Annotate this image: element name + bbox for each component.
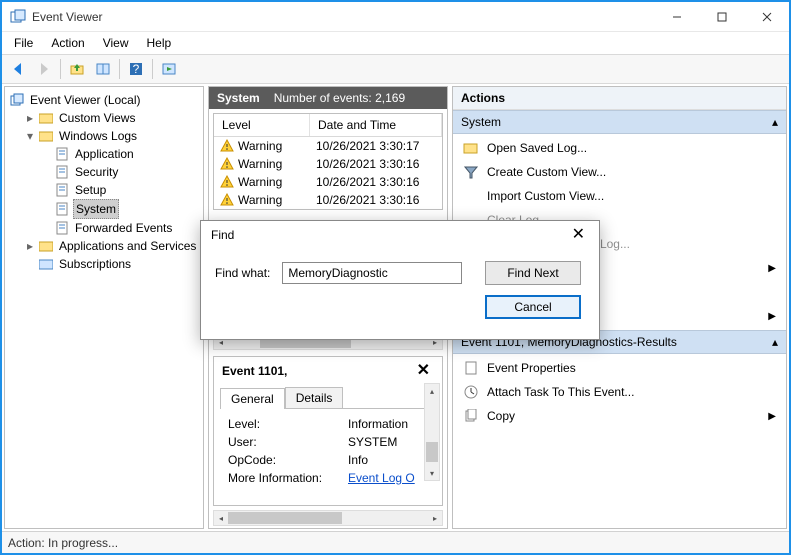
minimize-button[interactable] [654, 3, 699, 31]
table-row[interactable]: Warning 10/26/2021 3:30:16 [214, 173, 442, 191]
svg-text:?: ? [133, 62, 140, 76]
cancel-button[interactable]: Cancel [485, 295, 581, 319]
action-import-custom-view[interactable]: Import Custom View... [453, 184, 786, 208]
action-attach-task-event[interactable]: Attach Task To This Event... [453, 380, 786, 404]
tree-root[interactable]: Event Viewer (Local) [9, 91, 201, 109]
menu-view[interactable]: View [95, 34, 137, 52]
properties-icon [463, 360, 479, 376]
expand-icon[interactable]: ▸ [25, 109, 35, 127]
chevron-right-icon: ▶ [768, 263, 776, 274]
tree-log-setup[interactable]: Setup [41, 181, 201, 199]
table-row[interactable]: Warning 10/26/2021 3:30:17 [214, 137, 442, 155]
action-copy[interactable]: Copy▶ [453, 404, 786, 428]
help-button[interactable]: ? [124, 57, 148, 81]
find-dialog: Find ✕ Find what: Find Next Cancel [200, 220, 600, 340]
mid-header-name: System [217, 91, 260, 105]
table-row[interactable]: Warning 10/26/2021 3:30:16 [214, 155, 442, 173]
status-value: In progress... [48, 536, 118, 550]
horizontal-scrollbar[interactable]: ◂▸ [213, 510, 443, 526]
open-log-icon [463, 140, 479, 156]
expand-icon[interactable]: ▸ [25, 237, 35, 255]
actions-title: Actions [453, 87, 786, 110]
tab-general[interactable]: General [220, 388, 285, 409]
action-create-custom-view[interactable]: Create Custom View... [453, 160, 786, 184]
event-viewer-icon [9, 92, 25, 108]
tree-log-system[interactable]: System [41, 199, 201, 219]
back-button[interactable] [6, 57, 30, 81]
warning-icon [220, 157, 234, 171]
actions-section-system: System [461, 115, 501, 129]
menu-file[interactable]: File [6, 34, 41, 52]
log-icon [54, 201, 70, 217]
chevron-right-icon: ▶ [768, 411, 776, 422]
tab-details[interactable]: Details [285, 387, 344, 408]
up-folder-button[interactable] [65, 57, 89, 81]
preview-button[interactable] [157, 57, 181, 81]
detail-title: Event 1101, [222, 364, 287, 378]
tree-log-forwarded[interactable]: Forwarded Events [41, 219, 201, 237]
forward-button[interactable] [32, 57, 56, 81]
detail-opcode-label: OpCode: [228, 451, 348, 469]
status-label: Action: [8, 536, 45, 550]
column-level[interactable]: Level [214, 114, 310, 136]
detail-user-value: SYSTEM [348, 433, 397, 451]
close-button[interactable] [744, 3, 789, 31]
mid-header-count-label: Number of events: [274, 91, 372, 105]
action-open-saved-log[interactable]: Open Saved Log... [453, 136, 786, 160]
filter-icon [463, 164, 479, 180]
maximize-button[interactable] [699, 3, 744, 31]
log-icon [54, 220, 70, 236]
dialog-title: Find [211, 228, 234, 242]
detail-level-value: Information [348, 415, 408, 433]
detail-level-label: Level: [228, 415, 348, 433]
tree-custom-views[interactable]: ▸Custom Views [25, 109, 201, 127]
column-datetime[interactable]: Date and Time [310, 114, 442, 136]
action-event-properties[interactable]: Event Properties [453, 356, 786, 380]
warning-icon [220, 139, 234, 153]
detail-user-label: User: [228, 433, 348, 451]
chevron-right-icon: ▶ [768, 311, 776, 322]
subscriptions-icon [38, 256, 54, 272]
tree-log-security[interactable]: Security [41, 163, 201, 181]
collapse-icon[interactable]: ▴ [772, 335, 778, 349]
mid-header-count: 2,169 [375, 91, 405, 105]
tree-windows-logs[interactable]: ▾Windows Logs [25, 127, 201, 145]
menu-help[interactable]: Help [139, 34, 180, 52]
events-list: Warning 10/26/2021 3:30:17 Warning 10/26… [214, 137, 442, 209]
menu-action[interactable]: Action [43, 34, 92, 52]
folder-icon [38, 128, 54, 144]
find-what-input[interactable] [282, 262, 462, 284]
log-icon [54, 182, 70, 198]
find-what-label: Find what: [215, 266, 270, 280]
folder-icon [38, 110, 54, 126]
log-icon [54, 164, 70, 180]
find-next-button[interactable]: Find Next [485, 261, 581, 285]
window-title: Event Viewer [32, 10, 654, 24]
collapse-icon[interactable]: ▴ [772, 115, 778, 129]
folder-icon [38, 238, 54, 254]
detail-more-label: More Information: [228, 469, 348, 487]
copy-icon [463, 408, 479, 424]
task-icon [463, 384, 479, 400]
tree-apps-services[interactable]: ▸Applications and Services [25, 237, 201, 255]
tree-subscriptions[interactable]: Subscriptions [25, 255, 201, 273]
log-icon [54, 146, 70, 162]
collapse-icon[interactable]: ▾ [25, 127, 35, 145]
warning-icon [220, 193, 234, 207]
app-icon [10, 9, 26, 25]
detail-close-button[interactable]: ✕ [413, 363, 434, 379]
warning-icon [220, 175, 234, 189]
detail-more-link[interactable]: Event Log O [348, 469, 415, 487]
vertical-scrollbar[interactable]: ▴▾ [424, 383, 440, 481]
table-row[interactable]: Warning 10/26/2021 3:30:16 [214, 191, 442, 209]
detail-opcode-value: Info [348, 451, 368, 469]
tree-log-application[interactable]: Application [41, 145, 201, 163]
panel-toggle-button[interactable] [91, 57, 115, 81]
dialog-close-button[interactable]: ✕ [568, 227, 589, 243]
